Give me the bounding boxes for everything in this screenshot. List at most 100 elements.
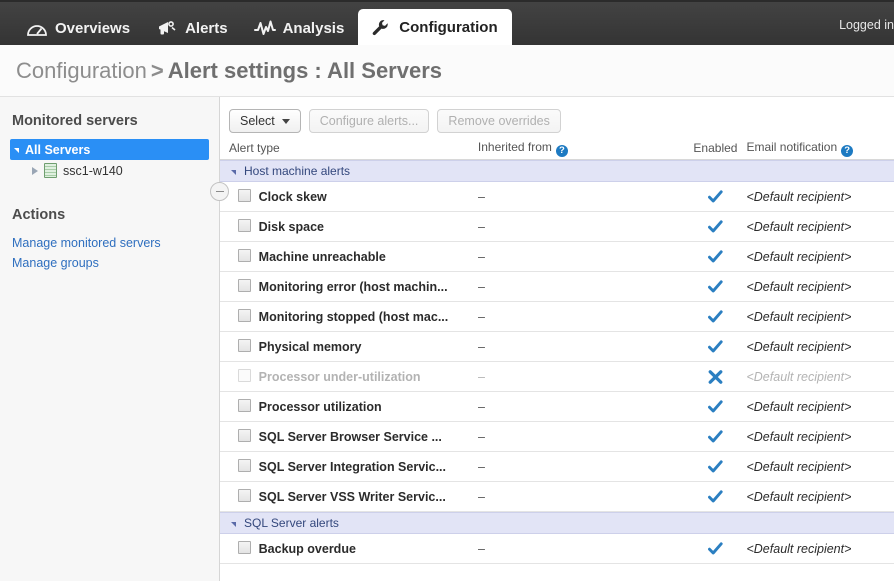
- nav-tab-label: Overviews: [55, 20, 130, 37]
- chevron-down-icon[interactable]: [231, 522, 236, 527]
- alert-group-header[interactable]: Host machine alerts: [220, 160, 894, 182]
- help-icon[interactable]: ?: [841, 145, 853, 157]
- row-checkbox[interactable]: [238, 279, 251, 292]
- alert-group-header[interactable]: SQL Server alerts: [220, 512, 894, 534]
- cell-enabled[interactable]: [685, 490, 747, 504]
- configure-alerts-label: Configure alerts...: [320, 114, 419, 128]
- row-checkbox[interactable]: [238, 219, 251, 232]
- nav-tab-overviews[interactable]: Overviews: [14, 11, 144, 45]
- row-checkbox-cell[interactable]: [229, 339, 259, 355]
- check-icon: [708, 489, 723, 503]
- cell-email-notification: <Default recipient>: [746, 310, 894, 324]
- row-checkbox-cell[interactable]: [229, 219, 259, 235]
- row-checkbox[interactable]: [238, 429, 251, 442]
- sidebar-link-manage-groups[interactable]: Manage groups: [12, 253, 209, 273]
- chevron-right-icon[interactable]: [32, 167, 38, 175]
- table-row[interactable]: SQL Server Integration Servic...–<Defaul…: [220, 452, 894, 482]
- cell-email-notification: <Default recipient>: [746, 190, 894, 204]
- cell-email-notification: <Default recipient>: [746, 430, 894, 444]
- check-icon: [708, 279, 723, 293]
- row-checkbox-cell[interactable]: [229, 429, 259, 445]
- table-row[interactable]: Disk space–<Default recipient>: [220, 212, 894, 242]
- cell-email-notification: <Default recipient>: [746, 370, 894, 384]
- row-checkbox-cell[interactable]: [229, 459, 259, 475]
- cell-alert-type: Monitoring error (host machin...: [259, 280, 478, 294]
- row-checkbox[interactable]: [238, 189, 251, 202]
- row-checkbox[interactable]: [238, 249, 251, 262]
- table-row[interactable]: Clock skew–<Default recipient>: [220, 182, 894, 212]
- cell-alert-type: Monitoring stopped (host mac...: [259, 310, 478, 324]
- remove-overrides-button[interactable]: Remove overrides: [437, 109, 560, 133]
- row-checkbox-cell[interactable]: [229, 249, 259, 265]
- help-icon[interactable]: ?: [556, 145, 568, 157]
- check-icon: [708, 219, 723, 233]
- cell-alert-type: Clock skew: [259, 190, 478, 204]
- configure-alerts-button[interactable]: Configure alerts...: [309, 109, 430, 133]
- column-header-enabled[interactable]: Enabled: [684, 141, 746, 155]
- sidebar-collapse-handle[interactable]: [210, 182, 229, 201]
- cell-enabled[interactable]: [685, 310, 747, 324]
- breadcrumb-item-configuration[interactable]: Configuration: [16, 58, 147, 83]
- breadcrumb-separator: >: [151, 58, 164, 83]
- table-row[interactable]: Backup overdue–<Default recipient>: [220, 534, 894, 564]
- gauge-icon: [26, 18, 48, 38]
- sidebar-tree-node-all-servers[interactable]: All Servers: [10, 139, 209, 160]
- megaphone-icon: [156, 18, 178, 38]
- row-checkbox-cell[interactable]: [229, 279, 259, 295]
- cell-alert-type: Physical memory: [259, 340, 478, 354]
- table-row[interactable]: SQL Server VSS Writer Servic...–<Default…: [220, 482, 894, 512]
- row-checkbox[interactable]: [238, 541, 251, 554]
- row-checkbox-cell[interactable]: [229, 189, 259, 205]
- row-checkbox-cell[interactable]: [229, 399, 259, 415]
- table-row[interactable]: Processor utilization–<Default recipient…: [220, 392, 894, 422]
- table-row[interactable]: Physical memory–<Default recipient>: [220, 332, 894, 362]
- collapse-icon: [216, 191, 224, 192]
- cell-enabled[interactable]: [685, 190, 747, 204]
- sidebar-link-manage-monitored-servers[interactable]: Manage monitored servers: [12, 233, 209, 253]
- select-dropdown-button[interactable]: Select: [229, 109, 301, 133]
- table-row[interactable]: Monitoring error (host machin...–<Defaul…: [220, 272, 894, 302]
- row-checkbox-cell[interactable]: [229, 369, 259, 385]
- cell-alert-type: SQL Server Browser Service ...: [259, 430, 478, 444]
- row-checkbox[interactable]: [238, 399, 251, 412]
- row-checkbox[interactable]: [238, 309, 251, 322]
- row-checkbox-cell[interactable]: [229, 489, 259, 505]
- cell-inherited-from: –: [478, 370, 685, 384]
- chevron-down-icon[interactable]: [231, 170, 236, 175]
- toolbar: Select Configure alerts... Remove overri…: [220, 97, 894, 137]
- column-header-inherited-from[interactable]: Inherited from?: [478, 140, 685, 157]
- nav-tab-configuration[interactable]: Configuration: [358, 9, 511, 45]
- cell-enabled[interactable]: [685, 280, 747, 294]
- cell-enabled[interactable]: [685, 460, 747, 474]
- chevron-down-icon[interactable]: [14, 148, 19, 153]
- row-checkbox[interactable]: [238, 369, 251, 382]
- cell-enabled[interactable]: [685, 430, 747, 444]
- nav-tab-analysis[interactable]: Analysis: [242, 11, 359, 45]
- cell-enabled[interactable]: [685, 400, 747, 414]
- cell-enabled[interactable]: [685, 340, 747, 354]
- table-row[interactable]: Processor under-utilization–<Default rec…: [220, 362, 894, 392]
- nav-tab-label: Alerts: [185, 20, 228, 37]
- row-checkbox[interactable]: [238, 339, 251, 352]
- column-header-alert-type[interactable]: Alert type: [229, 141, 478, 155]
- table-row[interactable]: Machine unreachable–<Default recipient>: [220, 242, 894, 272]
- cell-enabled[interactable]: [685, 370, 747, 384]
- cell-alert-type: SQL Server Integration Servic...: [259, 460, 478, 474]
- row-checkbox[interactable]: [238, 489, 251, 502]
- cell-enabled[interactable]: [685, 250, 747, 264]
- sidebar-tree-node-ssc1-w140[interactable]: ssc1-w140: [10, 160, 209, 181]
- column-header-label: Email notification: [746, 140, 837, 154]
- cell-email-notification: <Default recipient>: [746, 542, 894, 556]
- cell-enabled[interactable]: [685, 542, 747, 556]
- table-row[interactable]: Monitoring stopped (host mac...–<Default…: [220, 302, 894, 332]
- column-header-email-notification[interactable]: Email notification?: [746, 140, 894, 157]
- row-checkbox-cell[interactable]: [229, 309, 259, 325]
- nav-tab-alerts[interactable]: Alerts: [144, 11, 242, 45]
- cell-enabled[interactable]: [685, 220, 747, 234]
- logged-in-status[interactable]: Logged in: [839, 18, 894, 32]
- table-row[interactable]: SQL Server Browser Service ...–<Default …: [220, 422, 894, 452]
- row-checkbox-cell[interactable]: [229, 541, 259, 557]
- cell-alert-type: SQL Server VSS Writer Servic...: [259, 490, 478, 504]
- row-checkbox[interactable]: [238, 459, 251, 472]
- nav-tab-label: Analysis: [283, 20, 345, 37]
